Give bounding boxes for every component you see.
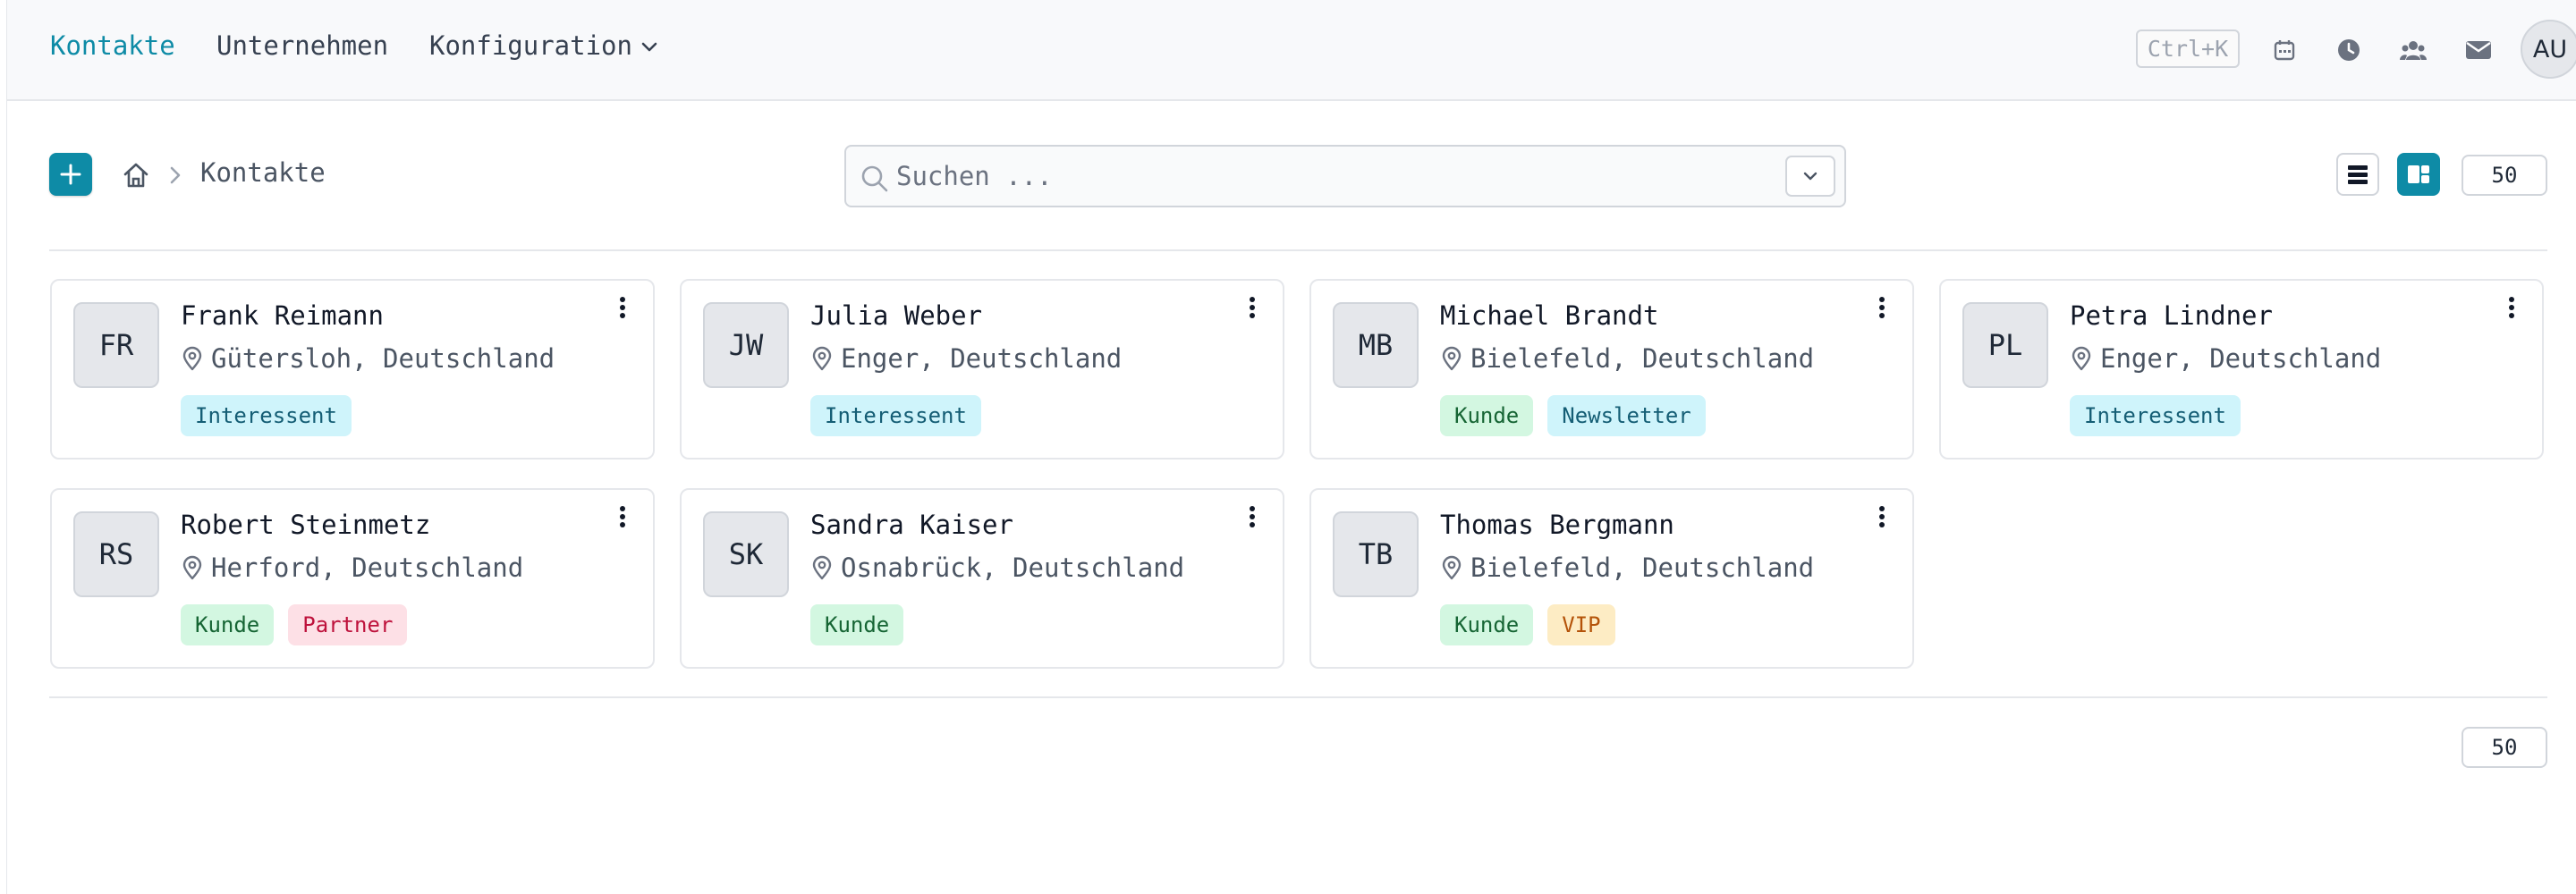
contact-location-text: Osnabrück, Deutschland (841, 552, 1185, 583)
search-box (844, 145, 1846, 207)
more-options-icon[interactable] (612, 502, 633, 531)
map-pin-icon (812, 346, 832, 371)
contact-card[interactable]: RS Robert Steinmetz Herford, Deutschland Ku… (50, 488, 655, 669)
map-pin-icon (182, 346, 202, 371)
contact-tag: Kunde (810, 604, 904, 645)
contact-name[interactable]: Julia Weber (810, 300, 982, 331)
user-avatar[interactable]: AU (2521, 20, 2576, 79)
contact-tag: Interessent (181, 395, 352, 436)
nav-configuration[interactable]: Konfiguration (429, 30, 657, 61)
more-options-icon[interactable] (612, 293, 633, 322)
contact-tag: Newsletter (1547, 395, 1706, 436)
chevron-down-icon (1803, 172, 1818, 181)
contact-location: Bielefeld, Deutschland (1440, 552, 1814, 583)
chevron-right-icon (170, 166, 181, 184)
contact-initials-avatar: SK (703, 511, 789, 597)
contact-name[interactable]: Thomas Bergmann (1440, 510, 1674, 540)
contact-initials-avatar: RS (73, 511, 159, 597)
contact-name[interactable]: Michael Brandt (1440, 300, 1658, 331)
contact-initials-avatar: FR (73, 302, 159, 388)
breadcrumb-current: Kontakte (200, 157, 326, 188)
contact-location-text: Enger, Deutschland (841, 343, 1123, 374)
search-icon (861, 165, 888, 192)
contact-tag: VIP (1547, 604, 1615, 645)
chevron-down-icon (641, 42, 657, 52)
more-options-icon[interactable] (1241, 293, 1263, 322)
search-shortcut-hint[interactable]: Ctrl+K (2136, 30, 2240, 68)
contact-location: Gütersloh, Deutschland (181, 343, 555, 374)
contact-initials-avatar: JW (703, 302, 789, 388)
contact-initials-avatar: PL (1962, 302, 2048, 388)
contact-location-text: Enger, Deutschland (2100, 343, 2382, 374)
more-options-icon[interactable] (1871, 293, 1893, 322)
card-view-icon (2408, 165, 2429, 183)
map-pin-icon (1442, 346, 1462, 371)
contact-tag: Kunde (181, 604, 275, 645)
contact-location: Herford, Deutschland (181, 552, 523, 583)
divider (49, 249, 2547, 251)
contact-name[interactable]: Robert Steinmetz (181, 510, 430, 540)
search-input[interactable] (896, 156, 1719, 197)
contact-card[interactable]: TB Thomas Bergmann Bielefeld, Deutschland K… (1309, 488, 1914, 669)
contact-location-text: Bielefeld, Deutschland (1470, 552, 1815, 583)
page-size-select-bottom[interactable]: 50 (2462, 727, 2547, 768)
map-pin-icon (182, 555, 202, 580)
map-pin-icon (812, 555, 832, 580)
contact-tags: Kunde (810, 604, 904, 645)
list-view-button[interactable] (2336, 153, 2379, 196)
contact-tags: Kunde Partner (181, 604, 408, 645)
contact-card-grid: FR Frank Reimann Gütersloh, Deutschland Int… (50, 279, 2547, 669)
search-filter-dropdown[interactable] (1785, 156, 1835, 197)
contact-tag: Partner (288, 604, 408, 645)
contact-card[interactable]: PL Petra Lindner Enger, Deutschland Interes… (1939, 279, 2544, 460)
contact-location-text: Gütersloh, Deutschland (211, 343, 555, 374)
contact-tags: Interessent (810, 395, 981, 436)
list-view-icon (2348, 165, 2368, 184)
nav-contacts[interactable]: Kontakte (50, 30, 175, 61)
calendar-icon[interactable] (2270, 36, 2299, 64)
contact-tags: Kunde VIP (1440, 604, 1615, 645)
map-pin-icon (1442, 555, 1462, 580)
divider (49, 696, 2547, 698)
contact-tags: Interessent (2070, 395, 2241, 436)
contact-location: Enger, Deutschland (2070, 343, 2381, 374)
contact-initials-avatar: MB (1333, 302, 1419, 388)
contact-location-text: Herford, Deutschland (211, 552, 524, 583)
window-edge (0, 0, 7, 894)
users-icon[interactable] (2399, 36, 2428, 64)
map-pin-icon (2072, 346, 2091, 371)
contact-tag: Interessent (810, 395, 981, 436)
more-options-icon[interactable] (2501, 293, 2522, 322)
contact-name[interactable]: Sandra Kaiser (810, 510, 1013, 540)
nav-configuration-label: Konfiguration (429, 30, 632, 61)
contact-card[interactable]: MB Michael Brandt Bielefeld, Deutschland Ku… (1309, 279, 1914, 460)
add-contact-button[interactable] (49, 153, 92, 196)
contact-tag: Kunde (1440, 395, 1534, 436)
contact-name[interactable]: Petra Lindner (2070, 300, 2273, 331)
contact-tags: Kunde Newsletter (1440, 395, 1706, 436)
contact-location: Bielefeld, Deutschland (1440, 343, 1814, 374)
nav-companies[interactable]: Unternehmen (216, 30, 388, 61)
contact-card[interactable]: FR Frank Reimann Gütersloh, Deutschland Int… (50, 279, 655, 460)
contact-initials-avatar: TB (1333, 511, 1419, 597)
card-view-button[interactable] (2397, 153, 2440, 196)
top-navigation: Kontakte Unternehmen Konfiguration Ctrl+… (0, 0, 2576, 101)
contact-tag: Interessent (2070, 395, 2241, 436)
home-icon[interactable] (122, 161, 150, 190)
more-options-icon[interactable] (1871, 502, 1893, 531)
contact-name[interactable]: Frank Reimann (181, 300, 384, 331)
more-options-icon[interactable] (1241, 502, 1263, 531)
plus-icon (60, 164, 81, 185)
contact-location-text: Bielefeld, Deutschland (1470, 343, 1815, 374)
contact-card[interactable]: SK Sandra Kaiser Osnabrück, Deutschland Kun… (680, 488, 1284, 669)
mail-icon[interactable] (2464, 36, 2493, 64)
contact-location: Osnabrück, Deutschland (810, 552, 1184, 583)
contact-tags: Interessent (181, 395, 352, 436)
contact-location: Enger, Deutschland (810, 343, 1122, 374)
contact-card[interactable]: JW Julia Weber Enger, Deutschland Interesse… (680, 279, 1284, 460)
clock-icon[interactable] (2334, 36, 2363, 64)
page-size-select[interactable]: 50 (2462, 155, 2547, 196)
contact-tag: Kunde (1440, 604, 1534, 645)
